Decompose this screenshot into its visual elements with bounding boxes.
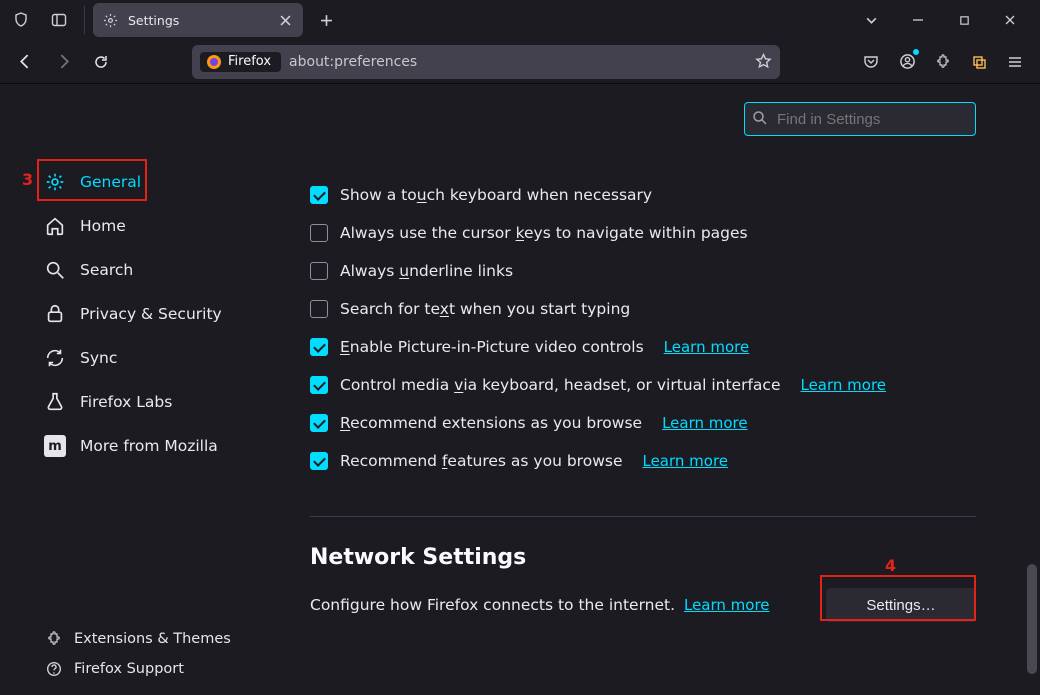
hamburger-menu[interactable] bbox=[998, 45, 1032, 79]
home-icon bbox=[44, 215, 66, 237]
sidebar-item-label: Firefox Labs bbox=[80, 393, 172, 411]
forward-button[interactable] bbox=[46, 45, 80, 79]
all-tabs-dropdown[interactable] bbox=[856, 5, 886, 35]
option-label: Recommend features as you browse bbox=[340, 452, 622, 470]
copy-icon[interactable] bbox=[962, 45, 996, 79]
divider bbox=[310, 516, 976, 517]
account-icon[interactable] bbox=[890, 45, 924, 79]
new-tab-button[interactable] bbox=[311, 5, 341, 35]
puzzle-icon bbox=[46, 631, 62, 647]
close-tab-icon[interactable] bbox=[277, 12, 293, 28]
checkbox[interactable] bbox=[310, 338, 328, 356]
identity-block[interactable]: Firefox bbox=[200, 52, 281, 72]
option-touch-keyboard: Show a touch keyboard when necessary bbox=[310, 176, 976, 214]
sidebar-item-labs[interactable]: Firefox Labs bbox=[40, 380, 280, 424]
sidebar-item-label: Privacy & Security bbox=[80, 305, 222, 323]
option-label: Control media via keyboard, headset, or … bbox=[340, 376, 780, 394]
sync-icon bbox=[44, 347, 66, 369]
sidebar-toggle-icon[interactable] bbox=[42, 4, 76, 36]
pocket-icon[interactable] bbox=[854, 45, 888, 79]
firefox-icon bbox=[206, 54, 222, 70]
url-text: about:preferences bbox=[289, 54, 747, 70]
settings-search-input[interactable] bbox=[744, 102, 976, 136]
settings-sidebar: General Home Search Privacy & Security S… bbox=[0, 84, 280, 695]
checkbox[interactable] bbox=[310, 414, 328, 432]
identity-label: Firefox bbox=[228, 54, 271, 69]
learn-more-link[interactable]: Learn more bbox=[662, 414, 748, 432]
option-recommend-features: Recommend features as you browse Learn m… bbox=[310, 442, 976, 480]
option-media-control: Control media via keyboard, headset, or … bbox=[310, 366, 976, 404]
vertical-scrollbar[interactable] bbox=[1026, 144, 1038, 691]
firefox-support-link[interactable]: Firefox Support bbox=[46, 661, 231, 677]
window-minimize[interactable] bbox=[896, 4, 940, 36]
browser-tab[interactable]: Settings bbox=[93, 3, 303, 37]
sidebar-item-label: Home bbox=[80, 217, 126, 235]
sidebar-item-home[interactable]: Home bbox=[40, 204, 280, 248]
extensions-themes-link[interactable]: Extensions & Themes bbox=[46, 631, 231, 647]
gear-icon bbox=[103, 13, 118, 28]
checkbox[interactable] bbox=[310, 224, 328, 242]
checkbox[interactable] bbox=[310, 300, 328, 318]
window-maximize[interactable] bbox=[942, 4, 986, 36]
checkbox[interactable] bbox=[310, 186, 328, 204]
gear-icon bbox=[44, 171, 66, 193]
link-label: Extensions & Themes bbox=[74, 631, 231, 647]
option-underline-links: Always underline links bbox=[310, 252, 976, 290]
sidebar-item-label: Sync bbox=[80, 349, 117, 367]
lock-icon bbox=[44, 303, 66, 325]
preferences-content: General Home Search Privacy & Security S… bbox=[0, 84, 1040, 695]
mozilla-icon: m bbox=[44, 435, 66, 457]
title-bar: Settings bbox=[0, 0, 1040, 40]
help-icon bbox=[46, 661, 62, 677]
sidebar-item-sync[interactable]: Sync bbox=[40, 336, 280, 380]
annotation-number-3: 3 bbox=[22, 170, 33, 189]
sidebar-item-search[interactable]: Search bbox=[40, 248, 280, 292]
option-cursor-keys: Always use the cursor keys to navigate w… bbox=[310, 214, 976, 252]
option-label: Always underline links bbox=[340, 262, 513, 280]
link-label: Firefox Support bbox=[74, 661, 184, 677]
flask-icon bbox=[44, 391, 66, 413]
option-label: Show a touch keyboard when necessary bbox=[340, 186, 652, 204]
option-label: Search for text when you start typing bbox=[340, 300, 630, 318]
bookmark-star-icon[interactable] bbox=[755, 53, 772, 70]
option-pip: Enable Picture-in-Picture video controls… bbox=[310, 328, 976, 366]
network-settings-heading: Network Settings bbox=[310, 545, 976, 570]
checkbox[interactable] bbox=[310, 376, 328, 394]
navigation-bar: Firefox about:preferences bbox=[0, 40, 1040, 84]
reload-button[interactable] bbox=[84, 45, 118, 79]
learn-more-link[interactable]: Learn more bbox=[800, 376, 886, 394]
sidebar-item-more-mozilla[interactable]: m More from Mozilla bbox=[40, 424, 280, 468]
sidebar-item-privacy[interactable]: Privacy & Security bbox=[40, 292, 280, 336]
option-label: Always use the cursor keys to navigate w… bbox=[340, 224, 748, 242]
tab-title: Settings bbox=[128, 13, 267, 28]
network-settings-description: Configure how Firefox connects to the in… bbox=[310, 596, 770, 614]
checkbox[interactable] bbox=[310, 452, 328, 470]
option-recommend-extensions: Recommend extensions as you browse Learn… bbox=[310, 404, 976, 442]
window-close[interactable] bbox=[988, 4, 1032, 36]
back-button[interactable] bbox=[8, 45, 42, 79]
search-icon bbox=[752, 110, 768, 126]
sidebar-item-general[interactable]: General bbox=[40, 160, 280, 204]
option-search-typing: Search for text when you start typing bbox=[310, 290, 976, 328]
annotation-number-4: 4 bbox=[885, 556, 896, 575]
learn-more-link[interactable]: Learn more bbox=[642, 452, 728, 470]
search-icon bbox=[44, 259, 66, 281]
settings-main: Show a touch keyboard when necessary Alw… bbox=[280, 84, 1040, 695]
settings-search bbox=[744, 102, 976, 136]
app-menu-shield-icon[interactable] bbox=[4, 4, 38, 36]
option-label: Recommend extensions as you browse bbox=[340, 414, 642, 432]
learn-more-link[interactable]: Learn more bbox=[684, 596, 770, 614]
sidebar-item-label: More from Mozilla bbox=[80, 437, 218, 455]
extensions-icon[interactable] bbox=[926, 45, 960, 79]
option-label: Enable Picture-in-Picture video controls bbox=[340, 338, 644, 356]
learn-more-link[interactable]: Learn more bbox=[664, 338, 750, 356]
checkbox[interactable] bbox=[310, 262, 328, 280]
network-settings-button[interactable]: Settings… bbox=[826, 588, 976, 622]
url-bar[interactable]: Firefox about:preferences bbox=[192, 45, 780, 79]
sidebar-item-label: Search bbox=[80, 261, 133, 279]
sidebar-item-label: General bbox=[80, 173, 141, 191]
